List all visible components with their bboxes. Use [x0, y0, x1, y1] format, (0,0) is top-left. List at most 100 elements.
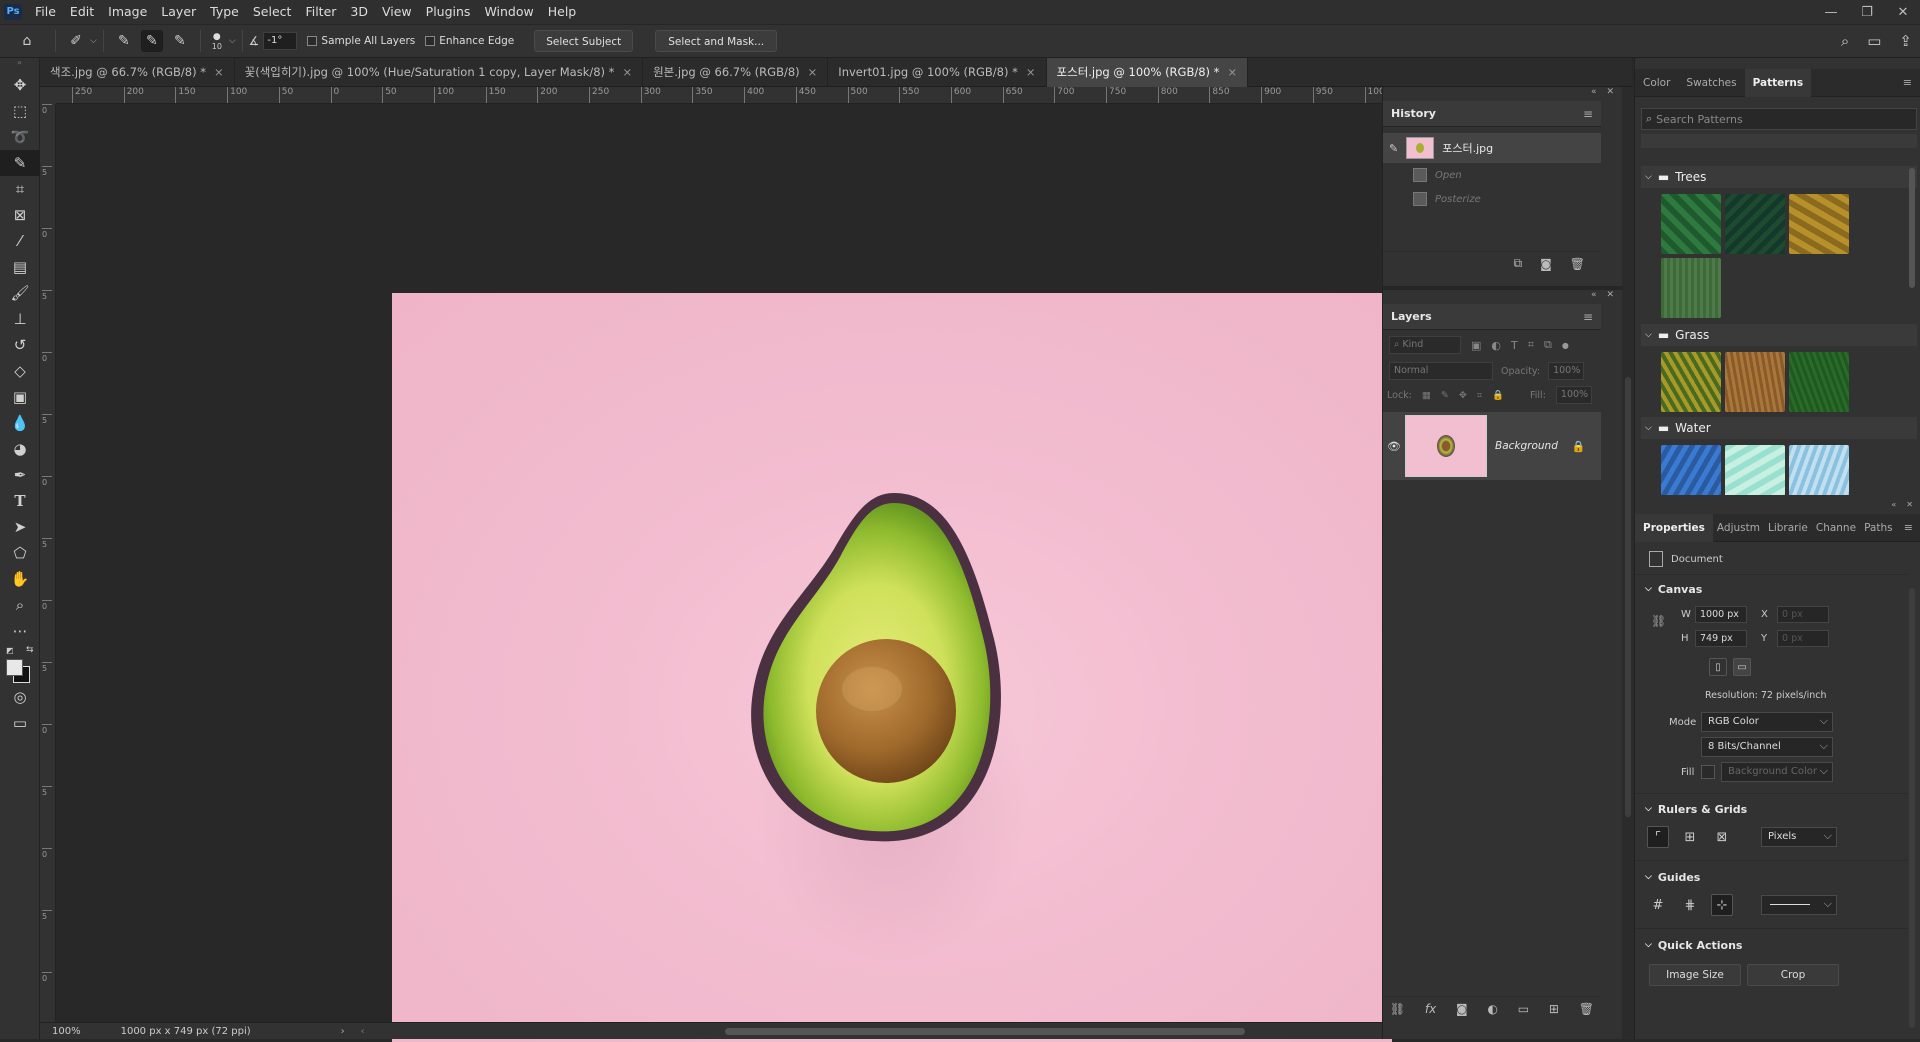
filter-type-icon[interactable]: T: [1511, 339, 1518, 352]
scroll-left-icon[interactable]: ‹: [361, 1026, 365, 1037]
enhance-edge-checkbox[interactable]: Enhance Edge: [425, 35, 514, 47]
history-brush-tool-icon[interactable]: ↺: [0, 332, 40, 358]
x-input[interactable]: 0 px: [1777, 606, 1829, 623]
more-tools-icon[interactable]: ⋯: [0, 618, 40, 644]
filter-pixel-icon[interactable]: ▣: [1471, 339, 1481, 352]
select-and-mask-button[interactable]: Select and Mask...: [655, 30, 778, 52]
trash-icon[interactable]: 🗑: [1570, 257, 1585, 271]
tab-adjustments[interactable]: Adjustm: [1713, 514, 1764, 542]
shape-tool-icon[interactable]: ⬠: [0, 540, 40, 566]
blur-tool-icon[interactable]: 💧: [0, 410, 40, 436]
sample-all-layers-checkbox[interactable]: Sample All Layers: [307, 35, 415, 47]
fill-input[interactable]: 100%: [1555, 386, 1592, 404]
tab-patterns[interactable]: Patterns: [1744, 68, 1812, 97]
layer-kind-filter[interactable]: ⌕ Kind: [1389, 336, 1461, 354]
pattern-swatch[interactable]: [1725, 445, 1785, 495]
pattern-group-header[interactable]: ⌵ ▬ Grass: [1641, 324, 1917, 346]
quick-selection-tool-icon[interactable]: ✎: [0, 150, 40, 176]
filter-adjustment-icon[interactable]: ◐: [1491, 339, 1501, 352]
tab-doc-3[interactable]: 원본.jpg @ 66.7% (RGB/8) ×: [643, 58, 829, 87]
zoom-level[interactable]: 100%: [52, 1026, 81, 1037]
quick-mask-icon[interactable]: ◎: [0, 684, 40, 710]
bit-depth-select[interactable]: 8 Bits/Channel: [1701, 737, 1833, 757]
close-tab-icon[interactable]: ×: [1026, 65, 1036, 79]
close-tab-icon[interactable]: ×: [1227, 65, 1237, 79]
menu-view[interactable]: View: [375, 0, 419, 24]
tab-doc-2[interactable]: 꽃(색입히기).jpg @ 100% (Hue/Saturation 1 cop…: [235, 58, 644, 87]
mode-select[interactable]: RGB Color: [1701, 712, 1833, 732]
path-selection-tool-icon[interactable]: ➤: [0, 514, 40, 540]
pattern-swatch[interactable]: [1661, 445, 1721, 495]
pattern-group-header[interactable]: ⌵ ▬ Trees: [1641, 166, 1917, 188]
pen-tool-icon[interactable]: ✒: [0, 462, 40, 488]
menu-select[interactable]: Select: [246, 0, 299, 24]
tab-paths[interactable]: Paths: [1860, 514, 1897, 542]
panel-menu-icon[interactable]: ≡: [1904, 521, 1913, 534]
add-mask-icon[interactable]: ◙: [1456, 1002, 1468, 1016]
lasso-tool-icon[interactable]: ➰: [0, 124, 40, 150]
select-subject-button[interactable]: Select Subject: [534, 30, 634, 52]
subtract-selection-brush-icon[interactable]: ✎: [169, 30, 191, 52]
patterns-scrollbar[interactable]: [1909, 168, 1915, 288]
grid-toggle-icon[interactable]: ⊞: [1679, 826, 1701, 848]
guide-style-select[interactable]: [1761, 895, 1837, 915]
collapse-panel-icon[interactable]: «: [1591, 290, 1597, 304]
y-input[interactable]: 0 px: [1777, 630, 1829, 647]
dodge-tool-icon[interactable]: ◕: [0, 436, 40, 462]
chevron-down-icon[interactable]: ⌵: [1645, 872, 1652, 882]
pattern-swatch[interactable]: [1789, 445, 1849, 495]
menu-3d[interactable]: 3D: [343, 0, 375, 24]
height-input[interactable]: 749 px: [1695, 630, 1747, 647]
lock-position-icon[interactable]: ✥: [1459, 390, 1467, 401]
tab-color[interactable]: Color: [1635, 69, 1678, 97]
close-tab-icon[interactable]: ×: [214, 65, 224, 79]
collapse-panel-icon[interactable]: «: [1891, 501, 1896, 509]
workspace-icon[interactable]: ▭: [1867, 32, 1881, 50]
fill-select[interactable]: Background Color: [1721, 762, 1833, 782]
properties-scrollbar[interactable]: [1909, 588, 1915, 1028]
filter-toggle-icon[interactable]: ●: [1562, 341, 1569, 350]
angle-input[interactable]: -1°: [263, 32, 298, 50]
eraser-tool-icon[interactable]: ◇: [0, 358, 40, 384]
default-colors-icon[interactable]: ◩: [6, 646, 14, 655]
search-icon[interactable]: ⌕: [1841, 32, 1849, 50]
marquee-tool-icon[interactable]: ⬚: [0, 98, 40, 124]
type-tool-icon[interactable]: T: [0, 488, 40, 514]
landscape-orientation-icon[interactable]: ▭: [1733, 658, 1751, 676]
lock-image-icon[interactable]: ✎: [1441, 390, 1449, 401]
gradient-tool-icon[interactable]: ▣: [0, 384, 40, 410]
pattern-swatch[interactable]: [1661, 194, 1721, 254]
menu-window[interactable]: Window: [477, 0, 540, 24]
new-selection-brush-icon[interactable]: ✎: [113, 30, 135, 52]
image-size-button[interactable]: Image Size: [1649, 964, 1741, 986]
add-guide-icon[interactable]: ⋕: [1679, 894, 1701, 916]
canvas-area[interactable]: [56, 104, 1392, 1042]
menu-edit[interactable]: Edit: [63, 0, 101, 24]
color-swatches[interactable]: ◩ ⇆: [0, 644, 39, 684]
lock-artboard-icon[interactable]: ⌗: [1477, 390, 1482, 401]
add-selection-brush-icon[interactable]: ✎: [140, 30, 163, 52]
history-step[interactable]: Posterize: [1383, 187, 1601, 211]
tab-doc-4[interactable]: Invert01.jpg @ 100% (RGB/8) * ×: [828, 58, 1047, 87]
chevron-down-icon[interactable]: ⌵: [1645, 940, 1652, 950]
menu-file[interactable]: File: [28, 0, 63, 24]
collapse-panel-icon[interactable]: «: [1591, 87, 1597, 101]
lock-all-icon[interactable]: 🔒: [1492, 390, 1504, 401]
chevron-down-icon[interactable]: ⌵: [229, 36, 236, 46]
menu-image[interactable]: Image: [101, 0, 154, 24]
tab-doc-1[interactable]: 색조.jpg @ 66.7% (RGB/8) * ×: [40, 58, 235, 87]
collapse-toolbar-icon[interactable]: »: [0, 58, 39, 72]
ruler-units-select[interactable]: Pixels: [1761, 827, 1837, 847]
history-step[interactable]: Open: [1383, 163, 1601, 187]
layer-name[interactable]: Background: [1495, 440, 1558, 452]
tab-swatches[interactable]: Swatches: [1678, 69, 1744, 97]
tab-channels[interactable]: Channe: [1812, 514, 1860, 542]
menu-type[interactable]: Type: [203, 0, 246, 24]
pattern-swatch[interactable]: [1661, 258, 1721, 318]
chevron-down-icon[interactable]: ⌵: [1645, 804, 1652, 814]
document-canvas[interactable]: [392, 293, 1392, 1042]
pattern-swatch[interactable]: [1661, 352, 1721, 412]
fill-color-swatch[interactable]: [1701, 765, 1715, 779]
minimize-icon[interactable]: —: [1820, 5, 1842, 20]
tab-libraries[interactable]: Librarie: [1764, 514, 1812, 542]
